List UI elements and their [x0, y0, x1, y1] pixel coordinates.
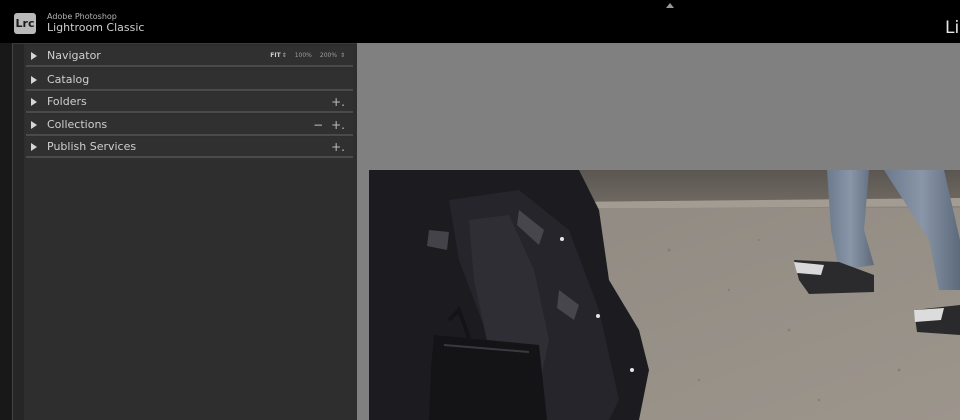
- publish-services-label: Publish Services: [47, 140, 137, 153]
- navigator-label: Navigator: [47, 49, 101, 62]
- add-publish-service-icon[interactable]: +.: [331, 141, 345, 153]
- brand-product: Lightroom Classic: [47, 21, 145, 34]
- add-collection-icon[interactable]: +.: [331, 119, 345, 131]
- loupe-view[interactable]: [357, 43, 960, 420]
- panel-scroll-strip[interactable]: [13, 44, 24, 420]
- lrc-logo: Lrc: [14, 13, 36, 34]
- disclosure-triangle-icon[interactable]: [31, 51, 37, 60]
- disclosure-triangle-icon[interactable]: [31, 120, 37, 129]
- collections-label: Collections: [47, 118, 108, 131]
- brand-company: Adobe Photoshop: [47, 12, 117, 21]
- street-photo-icon: [369, 170, 960, 420]
- zoom-100-option[interactable]: 100%: [295, 52, 312, 59]
- left-panel: Navigator FIT⇕ 100% 200% ⇕ Catalog Folde…: [12, 43, 357, 420]
- collapse-top-panel-icon[interactable]: [666, 3, 674, 8]
- photo-image[interactable]: [369, 170, 960, 420]
- module-picker-library[interactable]: Li: [945, 18, 959, 38]
- disclosure-triangle-icon[interactable]: [31, 142, 37, 151]
- zoom-fit-option[interactable]: FIT⇕: [270, 52, 286, 59]
- panel-header-folders[interactable]: Folders +.: [26, 92, 353, 113]
- left-panel-edge[interactable]: [0, 43, 12, 420]
- identity-plate-bar: Lrc Adobe Photoshop Lightroom Classic Li: [0, 0, 960, 43]
- zoom-200-option[interactable]: 200% ⇕: [320, 52, 345, 59]
- remove-collection-icon[interactable]: −: [313, 119, 323, 131]
- folders-label: Folders: [47, 95, 87, 108]
- add-folder-icon[interactable]: +.: [331, 96, 345, 108]
- panel-header-navigator[interactable]: Navigator FIT⇕ 100% 200% ⇕: [26, 46, 353, 67]
- disclosure-triangle-icon[interactable]: [31, 75, 37, 84]
- lightroom-window: Lrc Adobe Photoshop Lightroom Classic Li…: [0, 0, 960, 420]
- panel-header-catalog[interactable]: Catalog: [26, 70, 353, 91]
- disclosure-triangle-icon[interactable]: [31, 97, 37, 106]
- panel-header-publish-services[interactable]: Publish Services +.: [26, 137, 353, 158]
- panel-header-collections[interactable]: Collections − +.: [26, 115, 353, 136]
- catalog-label: Catalog: [47, 73, 90, 86]
